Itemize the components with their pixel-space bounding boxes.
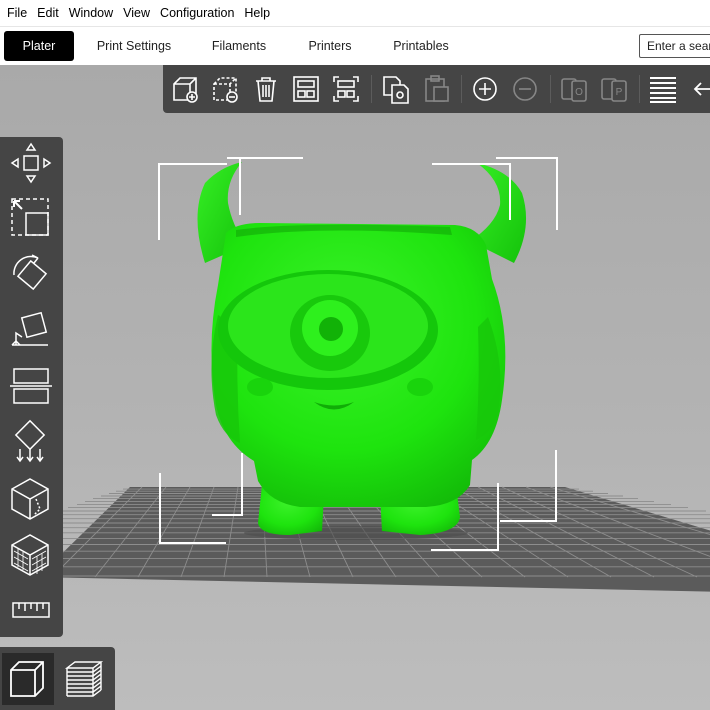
fuzzy-skin-icon[interactable] [8,531,54,577]
menu-configuration[interactable]: Configuration [155,0,239,26]
tab-plater[interactable]: Plater [4,31,74,61]
toolbar-separator [461,75,462,103]
tab-printers[interactable]: Printers [296,31,364,61]
menu-file[interactable]: File [2,0,32,26]
3d-view-icon[interactable] [2,653,54,705]
arrange-selection-icon[interactable] [330,73,362,105]
delete-object-icon[interactable] [210,73,242,105]
measure-icon[interactable] [8,587,54,633]
menu-window[interactable]: Window [64,0,118,26]
split-to-objects-icon[interactable]: O [558,73,590,105]
svg-text:P: P [616,87,623,98]
search-input[interactable] [639,34,710,58]
seam-painting-icon[interactable] [8,475,54,521]
tab-printables[interactable]: Printables [383,31,459,61]
cut-icon[interactable] [8,363,54,409]
menu-edit[interactable]: Edit [32,0,64,26]
left-toolbar [0,137,63,637]
3d-viewport[interactable]: O P [0,65,710,710]
menu-help[interactable]: Help [239,0,275,26]
preview-icon[interactable] [58,653,110,705]
tab-bar: Plater Print Settings Filaments Printers… [0,26,710,64]
add-instance-icon[interactable] [469,73,501,105]
copy-icon[interactable] [380,73,412,105]
undo-icon[interactable] [687,73,710,105]
layer-editing-icon[interactable] [647,73,679,105]
scale-icon[interactable] [8,195,54,241]
3d-model[interactable] [197,162,527,540]
toolbar-separator [639,75,640,103]
menu-view[interactable]: View [118,0,155,26]
svg-text:O: O [575,87,583,98]
toolbar-separator [371,75,372,103]
move-icon[interactable] [8,140,54,186]
3d-scene [38,157,710,592]
tab-filaments[interactable]: Filaments [200,31,278,61]
arrange-icon[interactable] [290,73,322,105]
toolbar-separator [550,75,551,103]
menu-bar: File Edit Window View Configuration Help [0,0,710,26]
delete-all-icon[interactable] [250,73,282,105]
rotate-icon[interactable] [8,251,54,297]
add-object-icon[interactable] [170,73,202,105]
remove-instance-icon[interactable] [509,73,541,105]
paste-icon[interactable] [420,73,452,105]
tab-print-settings[interactable]: Print Settings [88,31,180,61]
view-toggle [0,647,115,710]
top-toolbar: O P [163,65,710,113]
support-points-icon[interactable] [8,419,54,465]
split-to-parts-icon[interactable]: P [598,73,630,105]
place-on-face-icon[interactable] [8,307,54,353]
